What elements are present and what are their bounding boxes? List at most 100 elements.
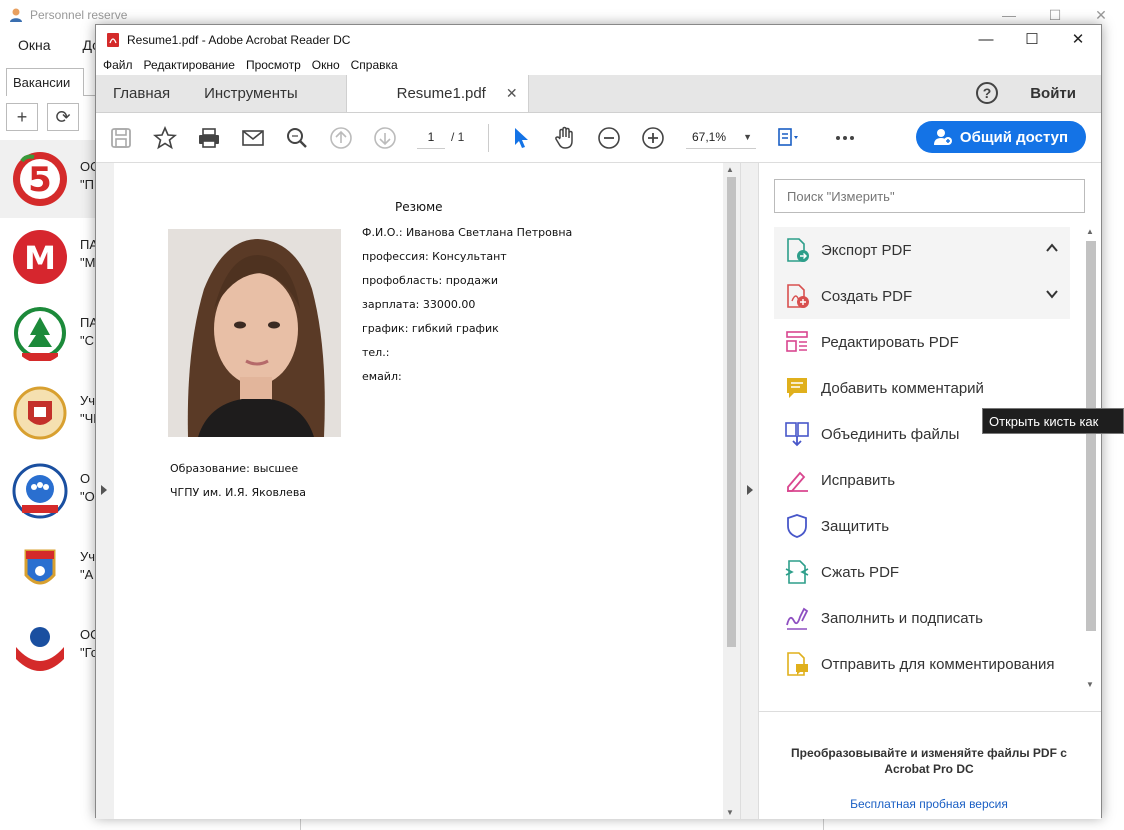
candidate-photo [168, 229, 341, 437]
list-item[interactable]: О "О [0, 452, 96, 530]
menu-window[interactable]: Окно [312, 58, 340, 72]
free-trial-link[interactable]: Бесплатная пробная версия [779, 797, 1079, 811]
zoom-select[interactable]: 67,1% ▼ [686, 125, 756, 149]
tool-create-pdf[interactable]: Создать PDF [774, 273, 1070, 319]
scroll-down-icon[interactable]: ▼ [726, 808, 734, 817]
company-logo-icon [16, 627, 64, 671]
left-panel-toggle[interactable] [96, 163, 114, 819]
university-emblem-icon [13, 386, 67, 440]
hand-tool-icon[interactable] [552, 125, 578, 151]
scroll-up-icon[interactable]: ▲ [1086, 227, 1094, 236]
list-item-line2: "О [80, 489, 95, 504]
tool-export-pdf[interactable]: Экспорт PDF [774, 227, 1070, 273]
tool-protect[interactable]: Защитить [774, 503, 1070, 549]
tool-label: Добавить комментарий [821, 379, 984, 397]
list-item[interactable]: M ПА "М [0, 218, 98, 296]
more-tools-icon[interactable] [832, 125, 858, 151]
resume-education-level: Образование: высшее [170, 462, 299, 475]
scroll-up-icon[interactable]: ▲ [726, 165, 734, 174]
right-panel-toggle[interactable] [740, 163, 759, 819]
save-icon[interactable] [108, 125, 134, 151]
tool-send-for-comment[interactable]: Отправить для комментирования [774, 641, 1070, 687]
send-comment-icon [787, 652, 808, 676]
tab-home[interactable]: Главная [96, 75, 187, 112]
bg-menu-windows[interactable]: Окна [18, 37, 51, 53]
tab-document[interactable]: Resume1.pdf ✕ [345, 75, 529, 112]
next-page-icon[interactable] [372, 125, 398, 151]
export-pdf-icon [787, 238, 809, 262]
document-scrollbar[interactable]: ▲ ▼ [723, 163, 740, 819]
resume-line-field: профобласть: продажи [362, 274, 499, 287]
chevron-down-icon: ▼ [743, 132, 752, 142]
minimize-button[interactable]: — [963, 25, 1009, 55]
tab-close-icon[interactable]: ✕ [506, 85, 518, 102]
resume-line-name: Ф.И.О.: Иванова Светлана Петровна [362, 226, 573, 239]
tool-fill-sign[interactable]: Заполнить и подписать [774, 595, 1070, 641]
acrobat-titlebar: Resume1.pdf - Adobe Acrobat Reader DC — … [96, 25, 1101, 55]
resume-line-salary: зарплата: 33000.00 [362, 298, 476, 311]
sign-in-button[interactable]: Войти [1030, 85, 1076, 102]
email-icon[interactable] [240, 125, 266, 151]
upgrade-promo-text: Преобразовывайте и изменяйте файлы PDF с… [791, 746, 1067, 776]
refresh-button[interactable]: ⟳ [47, 103, 79, 131]
maximize-button[interactable]: ☐ [1009, 25, 1055, 55]
collapse-right-arrow-icon [747, 485, 753, 495]
tab-tools[interactable]: Инструменты [187, 75, 315, 112]
fit-page-icon[interactable] [774, 125, 800, 151]
protect-icon [787, 514, 807, 538]
acrobat-tabs: Главная Инструменты Resume1.pdf ✕ ? Войт… [96, 75, 1101, 113]
zoom-in-icon[interactable] [640, 125, 666, 151]
document-pane[interactable]: Резюме Ф.И.О.: Иванова Светлана Петровна… [96, 163, 759, 819]
print-icon[interactable] [196, 125, 222, 151]
share-button[interactable]: Общий доступ [916, 121, 1086, 153]
close-button[interactable]: ✕ [1055, 25, 1101, 55]
list-item[interactable]: ОС "Го [0, 608, 100, 686]
list-item[interactable]: 5 ОС "П [0, 140, 100, 218]
page-number-input[interactable]: 1 [417, 125, 445, 149]
fix-icon [787, 471, 808, 492]
tool-label: Исправить [821, 471, 896, 489]
page-total: / 1 [451, 130, 465, 144]
list-item[interactable]: Уч "ЧГ [0, 374, 100, 452]
menu-file[interactable]: Файл [103, 58, 133, 72]
bg-window-title: Personnel reserve [30, 8, 128, 22]
tab-vacancies[interactable]: Вакансии [6, 68, 84, 96]
scrollbar-thumb[interactable] [1086, 241, 1096, 631]
tools-list: Экспорт PDF Создать PDF Редактировать PD… [774, 227, 1070, 687]
tool-compress-pdf[interactable]: Сжать PDF [774, 549, 1070, 595]
resume-line-profession: профессия: Консультант [362, 250, 507, 263]
zoom-out-icon[interactable] [596, 125, 622, 151]
chevron-up-icon[interactable] [1044, 240, 1060, 256]
tool-edit-pdf[interactable]: Редактировать PDF [774, 319, 1070, 365]
scroll-down-icon[interactable]: ▼ [1086, 680, 1094, 689]
tool-label: Отправить для комментирования [821, 655, 1055, 673]
city-coat-of-arms-icon [24, 549, 56, 585]
create-pdf-icon [787, 284, 809, 308]
menu-edit[interactable]: Редактирование [144, 58, 235, 72]
pyaterochka-logo-icon: 5 [13, 152, 67, 206]
tool-fix[interactable]: Исправить [774, 457, 1070, 503]
tools-search-input[interactable]: Поиск "Измерить" [774, 179, 1085, 213]
toolbar-divider [488, 124, 489, 152]
list-item[interactable]: ПА "С [0, 296, 98, 374]
menu-view[interactable]: Просмотр [246, 58, 301, 72]
add-button[interactable]: + [6, 103, 38, 131]
menu-help[interactable]: Справка [351, 58, 398, 72]
tool-label: Заполнить и подписать [821, 609, 983, 627]
pdf-file-icon [107, 33, 119, 47]
tool-add-comment[interactable]: Добавить комментарий [774, 365, 1070, 411]
previous-page-icon[interactable] [328, 125, 354, 151]
resume-line-phone: тел.: [362, 346, 390, 359]
list-item[interactable]: Уч "А [0, 530, 96, 608]
bookmark-star-icon[interactable] [152, 125, 178, 151]
tools-scrollbar[interactable]: ▲ ▼ [1085, 227, 1097, 689]
help-icon[interactable]: ? [976, 82, 998, 104]
tool-label: Сжать PDF [821, 563, 900, 581]
svg-text:5: 5 [28, 160, 52, 200]
select-cursor-icon[interactable] [508, 125, 534, 151]
resume-line-schedule: график: гибкий график [362, 322, 499, 335]
chevron-down-icon[interactable] [1044, 286, 1060, 302]
search-icon[interactable] [284, 125, 310, 151]
resume-details: Ф.И.О.: Иванова Светлана Петровна профес… [362, 225, 572, 393]
scrollbar-thumb[interactable] [727, 177, 736, 647]
